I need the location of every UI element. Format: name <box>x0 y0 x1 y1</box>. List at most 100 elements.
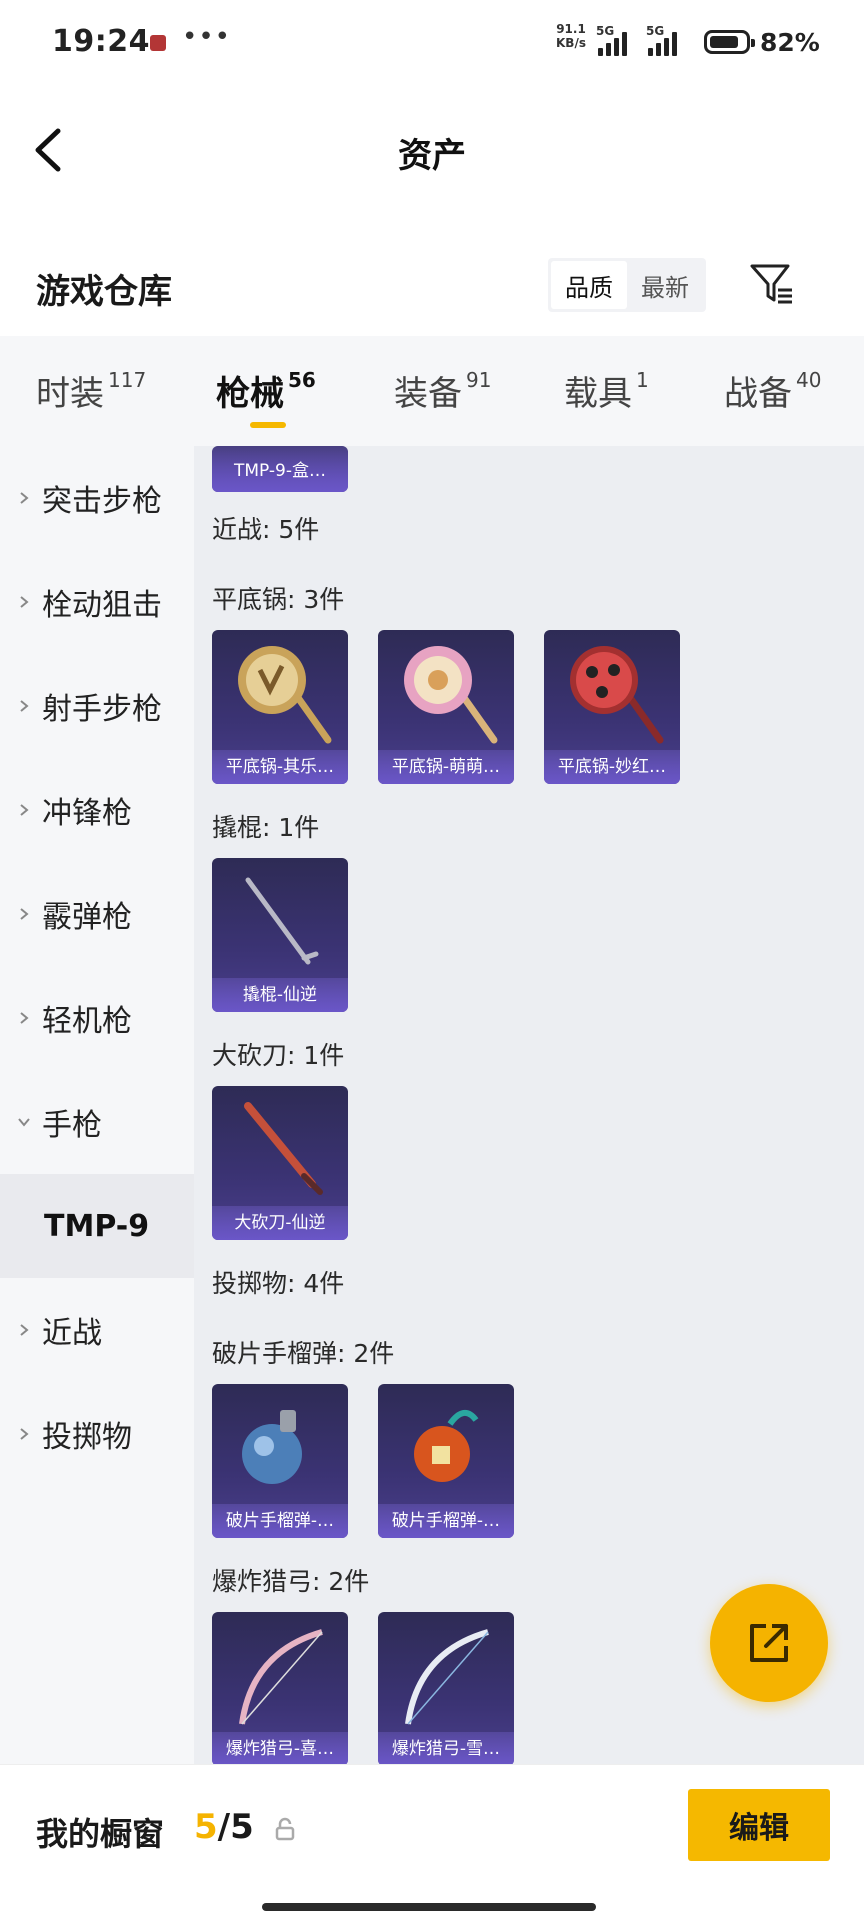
showcase-label: 我的橱窗 <box>36 1815 165 1853</box>
frying-pan-image <box>238 646 332 744</box>
status-time: 19:24 <box>52 24 150 59</box>
sidebar-item-label: 冲锋枪 <box>42 796 132 831</box>
frag-grenade-image <box>242 1410 302 1484</box>
chevron-right-icon <box>20 804 29 816</box>
item-card-label: 平底锅-其乐… <box>212 750 348 784</box>
battery-percent: 82% <box>760 28 820 57</box>
app-notification-icon <box>150 35 166 51</box>
item-card[interactable]: 平底锅-萌萌… <box>378 630 514 784</box>
chevron-right-icon <box>20 1428 29 1440</box>
subcategory-sidebar: 突击步枪 栓动狙击 射手步枪 冲锋枪 霰弹枪 轻机枪 手枪 TMP-9 近战 投… <box>0 446 194 1764</box>
tab-label: 载具 <box>564 374 632 414</box>
showcase-count: 5/5 <box>194 1807 254 1847</box>
sidebar-item-label: 手枪 <box>42 1108 102 1143</box>
item-card-label: 大砍刀-仙逆 <box>212 1206 348 1240</box>
more-notifications-icon: ••• <box>182 22 232 52</box>
item-card[interactable]: 破片手榴弹-… <box>378 1384 514 1538</box>
section-header: 撬棍: 1件 <box>212 813 320 842</box>
showcase-total: 5 <box>230 1807 254 1847</box>
section-header: 近战: 5件 <box>212 515 320 544</box>
tab-count: 56 <box>288 368 316 392</box>
tab-label: 枪械 <box>216 374 284 414</box>
share-icon <box>750 1624 788 1662</box>
item-card-label: 破片手榴弹-… <box>378 1504 514 1538</box>
frying-pan-image <box>570 646 664 744</box>
tab-equipment[interactable]: 装备 91 <box>394 366 491 415</box>
item-card-label: 撬棍-仙逆 <box>212 978 348 1012</box>
item-card[interactable]: 大砍刀-仙逆 <box>212 1086 348 1240</box>
sidebar-item-melee[interactable]: 近战 <box>0 1278 194 1382</box>
warehouse-title: 游戏仓库 <box>36 272 172 312</box>
sidebar-item-lmg[interactable]: 轻机枪 <box>0 966 194 1070</box>
tab-count: 1 <box>636 368 649 392</box>
sidebar-item-shotgun[interactable]: 霰弹枪 <box>0 862 194 966</box>
sidebar-item-assault-rifle[interactable]: 突击步枪 <box>0 446 194 550</box>
item-card-label: 爆炸猎弓-雪… <box>378 1732 514 1764</box>
sidebar-item-smg[interactable]: 冲锋枪 <box>0 758 194 862</box>
item-card-label: 平底锅-妙红… <box>544 750 680 784</box>
section-header: 爆炸猎弓: 2件 <box>212 1567 370 1596</box>
chevron-right-icon <box>20 596 29 608</box>
edit-button[interactable]: 编辑 <box>688 1789 830 1861</box>
tab-label: 战备 <box>724 374 792 414</box>
tab-vehicles[interactable]: 载具 1 <box>564 366 649 415</box>
item-card[interactable]: TMP-9-盒… <box>212 446 348 492</box>
section-header: 破片手榴弹: 2件 <box>212 1339 395 1368</box>
battery-fill <box>710 36 738 48</box>
chevron-down-icon <box>18 1118 30 1127</box>
item-card[interactable]: 破片手榴弹-… <box>212 1384 348 1538</box>
active-tab-indicator <box>250 422 286 428</box>
chevron-right-icon <box>20 700 29 712</box>
status-bar: 19:24 ••• 91.1 KB/s 5G 5G 82% <box>0 0 864 86</box>
sidebar-item-label: 射手步枪 <box>42 692 162 727</box>
tab-label: 时装 <box>36 374 104 414</box>
sidebar-item-label: TMP-9 <box>44 1208 150 1244</box>
tab-firearms[interactable]: 枪械 56 <box>216 366 316 415</box>
sidebar-item-label: 栓动狙击 <box>42 588 162 623</box>
item-card[interactable]: 撬棍-仙逆 <box>212 858 348 1012</box>
item-card-label: 破片手榴弹-… <box>212 1504 348 1538</box>
tab-count: 91 <box>466 368 492 392</box>
home-indicator[interactable] <box>262 1903 596 1911</box>
lock-icon <box>275 1817 295 1841</box>
chevron-right-icon <box>20 492 29 504</box>
sort-toggle: 品质 最新 <box>548 258 706 312</box>
sidebar-item-bolt-sniper[interactable]: 栓动狙击 <box>0 550 194 654</box>
sidebar-item-label: 近战 <box>42 1316 102 1351</box>
section-header: 平底锅: 3件 <box>212 585 345 614</box>
frag-grenade-image <box>414 1410 479 1482</box>
tab-label: 装备 <box>394 374 462 414</box>
sidebar-item-throwables[interactable]: 投掷物 <box>0 1382 194 1486</box>
category-tabs: 时装 117 枪械 56 装备 91 载具 1 战备 40 <box>0 336 864 446</box>
item-list: TMP-9-盒… 近战: 5件 平底锅: 3件 平底锅-其乐… 平底锅-萌萌… … <box>194 446 864 1764</box>
tab-supplies[interactable]: 战备 40 <box>724 366 821 415</box>
item-card[interactable]: 平底锅-其乐… <box>212 630 348 784</box>
sort-by-quality[interactable]: 品质 <box>551 261 627 309</box>
item-card[interactable]: 爆炸猎弓-喜… <box>212 1612 348 1764</box>
item-card[interactable]: 平底锅-妙红… <box>544 630 680 784</box>
tab-fashion[interactable]: 时装 117 <box>36 366 146 415</box>
machete-image <box>244 1102 323 1195</box>
item-card-label: TMP-9-盒… <box>212 446 348 492</box>
chevron-right-icon <box>20 908 29 920</box>
chevron-right-icon <box>20 1012 29 1024</box>
filter-icon[interactable] <box>748 260 796 308</box>
share-button[interactable] <box>710 1584 828 1702</box>
sidebar-item-label: 投掷物 <box>42 1420 132 1455</box>
sidebar-item-marksman-rifle[interactable]: 射手步枪 <box>0 654 194 758</box>
sidebar-subitem-tmp9[interactable]: TMP-9 <box>0 1174 194 1278</box>
showcase-slash: / <box>217 1807 231 1847</box>
sidebar-item-pistol[interactable]: 手枪 <box>0 1070 194 1174</box>
section-header: 投掷物: 4件 <box>212 1269 345 1298</box>
section-header: 大砍刀: 1件 <box>212 1041 345 1070</box>
item-card[interactable]: 爆炸猎弓-雪… <box>378 1612 514 1764</box>
item-card-label: 爆炸猎弓-喜… <box>212 1732 348 1764</box>
frying-pan-image <box>404 646 498 744</box>
battery-icon <box>704 30 755 54</box>
signal-sim1-icon: 5G <box>596 24 636 56</box>
page-title: 资产 <box>398 136 466 176</box>
crowbar-image <box>245 877 319 965</box>
chevron-right-icon <box>20 1324 29 1336</box>
explosive-bow-image <box>405 1629 489 1725</box>
sort-by-newest[interactable]: 最新 <box>627 261 703 309</box>
